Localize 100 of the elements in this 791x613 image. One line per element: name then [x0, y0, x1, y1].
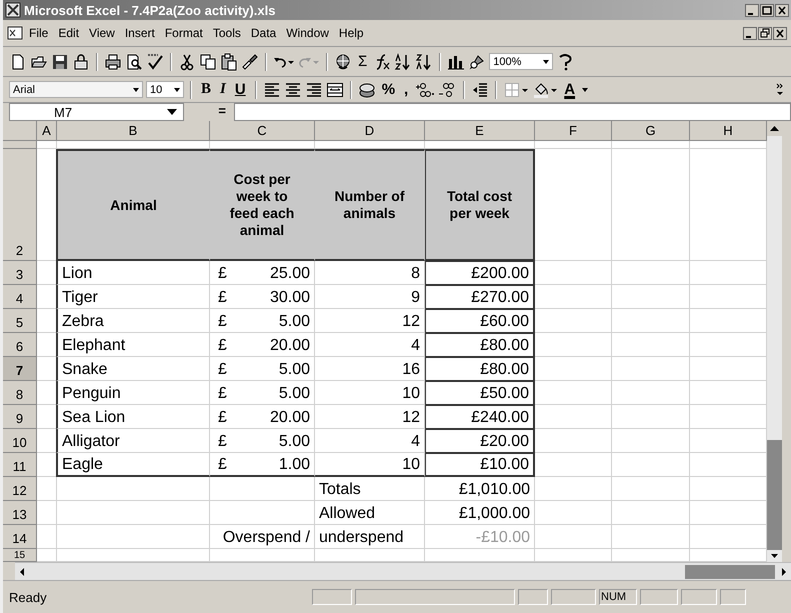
cut-icon[interactable] — [178, 52, 196, 70]
currency-symbol: £ — [218, 337, 227, 355]
table-header-cell: Animal — [56, 149, 210, 261]
print-icon[interactable] — [104, 52, 122, 70]
column-header[interactable]: F — [535, 121, 612, 141]
borders-icon[interactable] — [503, 80, 530, 98]
currency-symbol: £ — [218, 265, 227, 283]
sort-descending-icon[interactable] — [415, 52, 434, 70]
menu-item[interactable]: View — [85, 24, 119, 42]
currency-symbol: £ — [218, 313, 227, 331]
close-button[interactable] — [775, 4, 789, 16]
fill-color-icon[interactable] — [532, 80, 558, 98]
scroll-thumb[interactable] — [767, 440, 782, 550]
menu-item[interactable]: Window — [282, 24, 333, 42]
bold-button[interactable]: B — [198, 81, 214, 98]
table-cell: Snake — [56, 357, 210, 381]
row-header[interactable]: 10 — [3, 429, 37, 453]
menu-item[interactable]: File — [25, 24, 52, 42]
formula-equals-button[interactable]: = — [186, 103, 232, 121]
print-preview-icon[interactable] — [125, 52, 143, 70]
table-cell: -£10.00 — [425, 525, 535, 549]
column-header[interactable]: B — [57, 121, 210, 141]
underline-button[interactable]: U — [232, 81, 249, 98]
grid-cell — [37, 501, 57, 525]
column-header[interactable]: H — [690, 121, 767, 141]
column-header[interactable]: D — [315, 121, 425, 141]
table-cell: £1,010.00 — [425, 477, 535, 501]
minimize-button[interactable] — [745, 4, 759, 16]
indent-icon[interactable] — [471, 80, 490, 98]
align-right-icon[interactable] — [304, 80, 323, 98]
table-cell: Allowed — [315, 501, 425, 525]
status-panel — [681, 589, 717, 605]
zoom-dropdown[interactable]: 100% — [489, 53, 554, 70]
table-cell: £10.00 — [425, 453, 535, 477]
workbook-icon[interactable] — [7, 25, 23, 41]
column-header[interactable]: C — [210, 121, 315, 141]
row-header[interactable]: 2 — [3, 149, 37, 261]
restore-button[interactable] — [758, 26, 772, 40]
autosum-button[interactable]: Σ — [355, 53, 370, 70]
vertical-scrollbar[interactable] — [767, 121, 782, 562]
menu-item[interactable]: Insert — [120, 24, 159, 42]
row-header[interactable]: 15 — [3, 549, 37, 562]
align-center-icon[interactable] — [284, 80, 302, 98]
menu-item[interactable]: Tools — [208, 24, 245, 42]
row-header[interactable]: 8 — [3, 381, 37, 405]
row-header[interactable]: 11 — [3, 453, 37, 477]
table-cell: Zebra — [56, 309, 210, 333]
name-box[interactable]: M7 — [9, 103, 184, 121]
menu-item[interactable]: Edit — [54, 24, 84, 42]
table-cell: Tiger — [56, 285, 210, 309]
paintbrush-icon[interactable] — [241, 52, 259, 70]
menu-item[interactable]: Format — [160, 24, 207, 42]
font-color-button[interactable]: A — [561, 81, 594, 98]
increase-decimal-icon[interactable] — [414, 80, 434, 98]
table-cell: Alligator — [56, 429, 210, 453]
spelling-check-icon[interactable] — [146, 52, 164, 70]
row-header[interactable]: 9 — [3, 405, 37, 429]
globe-icon[interactable] — [334, 52, 352, 70]
row-header[interactable]: 6 — [3, 333, 37, 357]
align-left-icon[interactable] — [262, 80, 281, 98]
spreadsheet-icon — [5, 2, 21, 18]
italic-button[interactable]: I — [217, 81, 229, 98]
status-panel — [640, 589, 678, 605]
row-header[interactable]: 12 — [3, 477, 37, 501]
font-size-dropdown[interactable]: 10 — [146, 81, 184, 98]
amount-text: 5.00 — [278, 361, 310, 379]
column-header[interactable]: E — [425, 121, 535, 141]
column-header[interactable]: G — [612, 121, 690, 141]
copy-icon[interactable] — [199, 52, 217, 70]
minimize-button[interactable] — [743, 26, 757, 40]
column-header[interactable]: A — [37, 121, 57, 141]
percent-button[interactable]: % — [378, 81, 398, 98]
row-header[interactable]: 14 — [3, 525, 37, 549]
font-dropdown[interactable]: Arial — [9, 81, 143, 98]
drawing-icon[interactable] — [468, 52, 486, 70]
comma-style-button[interactable]: , — [401, 81, 412, 98]
scroll-thumb[interactable] — [685, 564, 775, 578]
close-button[interactable] — [773, 26, 787, 40]
menu-item[interactable]: Help — [334, 24, 368, 42]
formula-field[interactable] — [234, 103, 791, 121]
amount-text: 20.00 — [270, 409, 310, 427]
merge-center-icon[interactable] — [326, 80, 344, 98]
row-header[interactable]: 5 — [3, 309, 37, 333]
save-icon[interactable] — [51, 52, 69, 70]
sort-ascending-icon[interactable] — [394, 52, 412, 70]
row-header[interactable]: 4 — [3, 285, 37, 309]
scroll-up-icon[interactable] — [767, 121, 782, 136]
currency-icon[interactable] — [358, 80, 376, 98]
table-cell: £200.00 — [425, 261, 535, 285]
permission-icon[interactable] — [72, 52, 90, 70]
menu-item[interactable]: Data — [246, 24, 280, 42]
row-header[interactable]: 13 — [3, 501, 37, 525]
horizontal-scrollbar[interactable] — [15, 562, 791, 580]
row-header[interactable]: 7 — [3, 357, 37, 381]
status-panel — [720, 589, 746, 605]
table-cell: Lion — [56, 261, 210, 285]
row-header[interactable]: 3 — [3, 261, 37, 285]
paste-icon[interactable] — [220, 52, 238, 70]
maximize-button[interactable] — [760, 4, 774, 16]
table-cell: Overspend / — [210, 525, 315, 549]
